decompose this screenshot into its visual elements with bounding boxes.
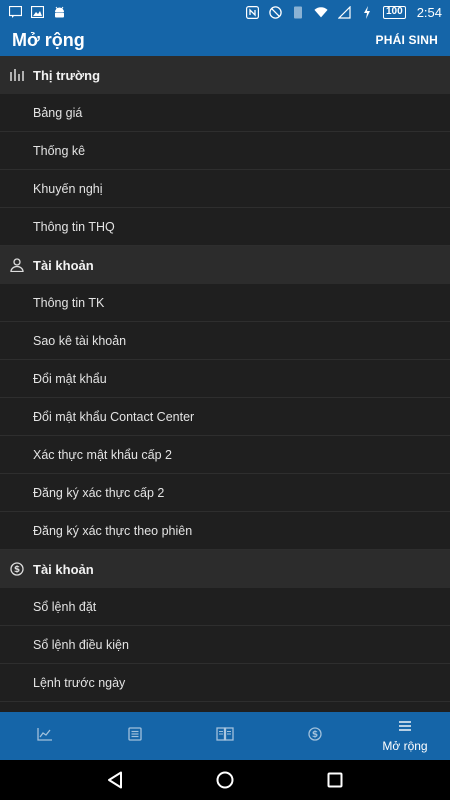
tab-order-list[interactable]	[90, 712, 180, 760]
menu-item-thong-ke[interactable]: Thống kê	[0, 132, 450, 170]
section-title: Tài khoản	[33, 257, 94, 273]
menu-icon	[398, 719, 412, 737]
menu-item-xac-thuc-mat-khau-cap-2[interactable]: Xác thực mật khẩu cấp 2	[0, 436, 450, 474]
dollar-cycle-icon: $	[8, 560, 26, 578]
battery-level: 100	[383, 5, 406, 19]
notification-image-icon	[30, 5, 44, 19]
menu-item-so-lenh-dat[interactable]: Sổ lệnh đặt	[0, 588, 450, 626]
vibrate-icon	[291, 5, 305, 19]
app-bar: Mở rộng PHÁI SINH	[0, 24, 450, 56]
menu-item-sao-ke-tai-khoan[interactable]: Sao kê tài khoản	[0, 322, 450, 360]
line-chart-icon	[37, 727, 53, 746]
android-icon	[52, 5, 66, 19]
bar-chart-icon	[8, 66, 26, 84]
section-header-tai-khoan-lenh: $ Tài khoản	[0, 550, 450, 588]
menu-item-so-lenh-dieu-kien[interactable]: Sổ lệnh điều kiện	[0, 626, 450, 664]
menu-item-dang-ky-xac-thuc-cap-2[interactable]: Đăng ký xác thực cấp 2	[0, 474, 450, 512]
menu-item-thong-tin-thq[interactable]: Thông tin THQ	[0, 208, 450, 246]
system-navigation-bar	[0, 760, 450, 800]
bottom-navigation: $ Mở rộng	[0, 712, 450, 760]
svg-text:$: $	[312, 730, 318, 740]
home-icon[interactable]	[213, 768, 237, 792]
menu-item-bang-gia[interactable]: Bảng giá	[0, 94, 450, 132]
dollar-cycle-icon: $	[308, 726, 322, 746]
svg-text:$: $	[14, 565, 20, 575]
section-title: Thị trường	[33, 67, 101, 83]
do-not-disturb-icon	[268, 5, 282, 19]
tab-mo-rong[interactable]: Mở rộng	[360, 712, 450, 760]
nfc-icon	[245, 5, 259, 19]
notification-message-icon	[8, 5, 22, 19]
user-icon	[8, 256, 26, 274]
menu-list: Thị trường Bảng giá Thống kê Khuyến nghị…	[0, 56, 450, 712]
menu-item-dang-ky-xac-thuc-theo-phien[interactable]: Đăng ký xác thực theo phiên	[0, 512, 450, 550]
wifi-icon	[314, 5, 328, 19]
back-icon[interactable]	[103, 768, 127, 792]
phai-sinh-button[interactable]: PHÁI SINH	[376, 33, 438, 47]
menu-item-thong-tin-tk[interactable]: Thông tin TK	[0, 284, 450, 322]
signal-icon	[337, 5, 351, 19]
tab-assets[interactable]: $	[270, 712, 360, 760]
menu-item-doi-mat-khau-contact-center[interactable]: Đổi mật khẩu Contact Center	[0, 398, 450, 436]
status-time: 2:54	[416, 4, 442, 20]
tab-market-chart[interactable]	[0, 712, 90, 760]
section-title: Tài khoản	[33, 561, 94, 577]
tab-news[interactable]	[180, 712, 270, 760]
recents-icon[interactable]	[323, 768, 347, 792]
book-icon	[216, 726, 234, 746]
list-document-icon	[128, 726, 142, 746]
section-header-tai-khoan: Tài khoản	[0, 246, 450, 284]
section-header-thi-truong: Thị trường	[0, 56, 450, 94]
page-title: Mở rộng	[12, 29, 85, 50]
charging-icon	[360, 5, 374, 19]
status-bar: 100 2:54	[0, 0, 450, 24]
menu-item-khuyen-nghi[interactable]: Khuyến nghị	[0, 170, 450, 208]
menu-item-lenh-truoc-ngay[interactable]: Lệnh trước ngày	[0, 664, 450, 702]
tab-label: Mở rộng	[382, 739, 428, 753]
menu-item-doi-mat-khau[interactable]: Đổi mật khẩu	[0, 360, 450, 398]
